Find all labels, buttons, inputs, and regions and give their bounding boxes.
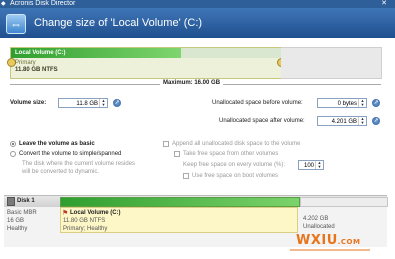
window-titlebar: ◆ Acronis Disk Director ✕: [0, 0, 395, 8]
keep-free-input[interactable]: 100 ▲ ▼: [298, 160, 324, 170]
use-boot-checkbox[interactable]: [183, 173, 189, 179]
maximum-label: Maximum: 16.00 GB: [160, 80, 224, 86]
before-max-button[interactable]: ↗: [372, 99, 380, 107]
disk-status: Healthy: [7, 226, 28, 232]
after-label: Unallocated space after volume:: [219, 118, 305, 124]
volume-size-fs: 11.80 GB NTFS: [15, 67, 58, 73]
volume-type: Primary: [15, 60, 36, 66]
volume-name: Local Volume (C:): [15, 50, 66, 56]
disk-used-fill: [60, 197, 300, 207]
volume-free-fill: [181, 48, 281, 58]
keep-free-value: 100: [303, 163, 314, 169]
disk-icon: [7, 197, 15, 206]
disk-unallocated-strip: [300, 197, 388, 207]
append-checkbox[interactable]: [163, 141, 169, 147]
convert-note-line2: will be converted to dynamic.: [22, 169, 100, 175]
spin-arrows-icon[interactable]: ▲ ▼: [315, 161, 323, 169]
disk-name: Disk 1: [17, 198, 35, 204]
left-resize-handle[interactable]: [7, 58, 16, 67]
before-value: 0 bytes: [337, 101, 357, 107]
use-boot-label: Use free space on boot volumes: [192, 173, 279, 179]
partition-size: 11.80 GB NTFS: [63, 218, 106, 224]
after-input[interactable]: 4.201 GB ▲ ▼: [317, 116, 367, 126]
dialog-header: ⇔ Change size of 'Local Volume' (C:): [0, 8, 395, 38]
before-input[interactable]: 0 bytes ▲ ▼: [317, 98, 367, 108]
volume-bar[interactable]: Local Volume (C:) Primary 11.80 GB NTFS: [10, 47, 282, 79]
after-max-button[interactable]: ↗: [372, 117, 380, 125]
convert-label: Convert the volume to simple/spanned: [19, 151, 122, 157]
spin-arrows-icon[interactable]: ▲ ▼: [358, 99, 366, 107]
unallocated-label: Unallocated: [303, 224, 335, 230]
spin-arrows-icon[interactable]: ▲ ▼: [358, 117, 366, 125]
close-icon[interactable]: ✕: [381, 0, 387, 8]
partition-name: Local Volume (C:): [70, 210, 121, 216]
leave-basic-label: Leave the volume as basic: [19, 141, 95, 147]
volume-size-max-button[interactable]: ↗: [113, 99, 121, 107]
convert-note-line1: The disk where the current volume reside…: [22, 161, 136, 167]
resize-volume-icon: ⇔: [6, 14, 26, 34]
volume-size-value: 11.8 GB: [76, 101, 98, 107]
volume-size-label: Volume size:: [10, 100, 47, 106]
disk-size: 16 GB: [7, 218, 25, 224]
flag-icon: ⚑: [62, 210, 69, 217]
app-icon: ◆: [1, 1, 6, 7]
take-free-checkbox[interactable]: [174, 151, 180, 157]
convert-radio[interactable]: [10, 151, 16, 157]
after-value: 4.201 GB: [331, 119, 357, 125]
volume-size-input[interactable]: 11.8 GB ▲ ▼: [58, 98, 108, 108]
keep-free-label: Keep free space on every volume (%):: [183, 162, 286, 168]
watermark-underline: [290, 249, 370, 251]
disk-type: Basic MBR: [7, 210, 37, 216]
watermark-logo: WXIU.COM: [296, 233, 361, 248]
leave-basic-radio[interactable]: [10, 141, 16, 147]
unallocated-size: 4.202 GB: [303, 216, 329, 222]
append-label: Append all unallocated disk space to the…: [172, 141, 301, 147]
unallocated-area: [281, 47, 382, 79]
take-free-label: Take free space from other volumes: [183, 151, 279, 157]
before-label: Unallocated space before volume:: [212, 100, 303, 106]
partition-status: Primary; Healthy: [63, 226, 108, 232]
spin-arrows-icon[interactable]: ▲ ▼: [99, 99, 107, 107]
window-title: Acronis Disk Director: [10, 0, 76, 7]
dialog-title: Change size of 'Local Volume' (C:): [34, 17, 203, 29]
